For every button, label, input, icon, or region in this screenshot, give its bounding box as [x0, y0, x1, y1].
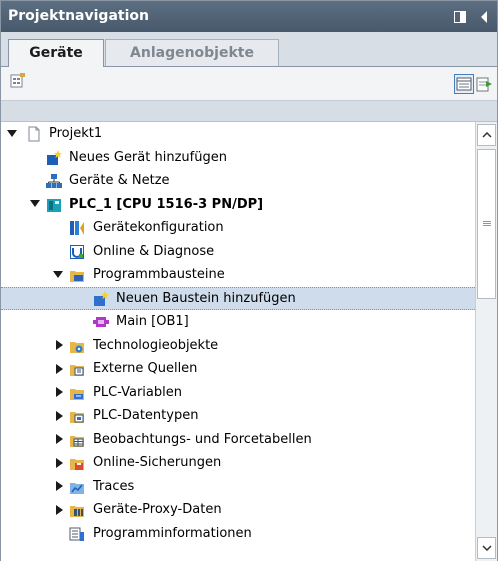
- tree-label: Neuen Baustein hinzufügen: [116, 290, 296, 306]
- tree-label: Traces: [93, 478, 135, 494]
- scrollbar-thumb[interactable]: [477, 149, 496, 299]
- tree-label: PLC_1 [CPU 1516-3 PN/DP]: [69, 196, 264, 212]
- project-icon: [26, 126, 42, 142]
- header-band: [1, 100, 497, 122]
- tree-label: Main [OB1]: [116, 314, 189, 329]
- scroll-down-button[interactable]: [477, 537, 496, 559]
- collapse-panel-icon[interactable]: [477, 10, 491, 24]
- properties-view-icon[interactable]: [9, 72, 27, 90]
- panel-title-bar: Projektnavigation: [1, 1, 497, 32]
- tree-row-plc-datentypen[interactable]: PLC-Datentypen: [1, 404, 475, 428]
- tree-row-neuen-baustein-hinzufuegen[interactable]: Neuen Baustein hinzufügen: [1, 286, 475, 310]
- tree-row-programmbausteine[interactable]: Programmbausteine: [1, 263, 475, 287]
- tree-row-geraete-proxy-daten[interactable]: Geräte-Proxy-Daten: [1, 498, 475, 522]
- tree-label: Projekt1: [49, 126, 103, 141]
- table-view-icon[interactable]: [454, 74, 474, 94]
- tree-row-plc-1[interactable]: PLC_1 [CPU 1516-3 PN/DP]: [1, 193, 475, 217]
- technology-objects-folder-icon: [69, 338, 85, 354]
- scroll-up-button[interactable]: [477, 124, 496, 146]
- expand-arrow-icon[interactable]: [52, 263, 64, 286]
- tree-row-externe-quellen[interactable]: Externe Quellen: [1, 357, 475, 381]
- tree-label: Geräte & Netze: [69, 173, 170, 188]
- expand-arrow-icon[interactable]: [29, 193, 41, 216]
- tree-label: PLC-Variablen: [93, 384, 182, 400]
- watch-force-tables-folder-icon: [69, 432, 85, 448]
- collapse-arrow-icon[interactable]: [53, 475, 65, 498]
- tree-label: Geräte-Proxy-Daten: [93, 502, 222, 517]
- online-diagnose-icon: [69, 244, 85, 260]
- pin-panel-icon[interactable]: [453, 10, 467, 24]
- tree-row-neues-geraet-hinzufuegen[interactable]: Neues Gerät hinzufügen: [1, 146, 475, 170]
- tree-label: Online-Sicherungen: [93, 455, 222, 470]
- traces-folder-icon: [69, 479, 85, 495]
- tree-row-programminformationen[interactable]: Programminformationen: [1, 522, 475, 546]
- tree-label: Gerätekonfiguration: [93, 220, 224, 235]
- tree-label: Technologieobjekte: [93, 337, 219, 353]
- device-proxy-data-folder-icon: [69, 502, 85, 518]
- plc-icon: [46, 197, 62, 213]
- panel-title: Projektnavigation: [8, 8, 149, 24]
- tree-label: PLC-Datentypen: [93, 408, 199, 423]
- project-tree: Projekt1 Neues Gerät hinzufügen Geräte &…: [1, 122, 475, 561]
- tree-row-main-ob1[interactable]: Main [OB1]: [1, 310, 475, 334]
- tree-label: Programmbausteine: [93, 267, 225, 282]
- collapse-arrow-icon[interactable]: [53, 498, 65, 521]
- add-device-icon: [46, 149, 62, 166]
- tree-row-online-sicherungen[interactable]: Online-Sicherungen: [1, 451, 475, 475]
- tab-strip: Geräte Anlagenobjekte: [1, 32, 497, 67]
- program-info-icon: [69, 526, 85, 542]
- collapse-arrow-icon[interactable]: [53, 357, 65, 380]
- tree-label: Externe Quellen: [93, 361, 198, 376]
- tree-row-geraete-netze[interactable]: Geräte & Netze: [1, 169, 475, 193]
- online-backups-folder-icon: [69, 455, 85, 471]
- tree-row-online-diagnose[interactable]: Online & Diagnose: [1, 240, 475, 264]
- collapse-arrow-icon[interactable]: [53, 428, 65, 451]
- collapse-arrow-icon[interactable]: [53, 381, 65, 404]
- devices-networks-icon: [46, 173, 62, 189]
- tree-label: Programminformationen: [93, 525, 252, 541]
- plc-tags-folder-icon: [69, 385, 85, 401]
- plc-datatypes-folder-icon: [69, 408, 85, 424]
- tree-label: Beobachtungs- und Forcetabellen: [93, 431, 312, 447]
- tree-label: Online & Diagnose: [93, 243, 215, 259]
- collapse-arrow-icon[interactable]: [53, 334, 65, 357]
- tree-row-traces[interactable]: Traces: [1, 475, 475, 499]
- expand-arrow-icon[interactable]: [6, 122, 18, 145]
- collapse-arrow-icon[interactable]: [53, 451, 65, 474]
- program-blocks-folder-icon: [69, 267, 85, 283]
- tab-geraete[interactable]: Geräte: [8, 39, 104, 67]
- tree-row-beobachtungs-forcetabellen[interactable]: Beobachtungs- und Forcetabellen: [1, 428, 475, 452]
- export-icon[interactable]: [476, 75, 494, 93]
- tab-anlagenobjekte[interactable]: Anlagenobjekte: [105, 39, 279, 67]
- add-block-icon: [93, 290, 109, 307]
- vertical-scrollbar[interactable]: [475, 122, 497, 561]
- collapse-arrow-icon[interactable]: [53, 404, 65, 427]
- tree-row-plc-variablen[interactable]: PLC-Variablen: [1, 381, 475, 405]
- ob-block-icon: [93, 314, 109, 330]
- tree-row-geraetekonfiguration[interactable]: Gerätekonfiguration: [1, 216, 475, 240]
- tree-toolbar: [1, 67, 497, 100]
- tree-row-technologieobjekte[interactable]: Technologieobjekte: [1, 334, 475, 358]
- external-sources-folder-icon: [69, 361, 85, 377]
- project-navigation-panel: Projektnavigation Geräte Anlagenobjekte: [0, 0, 498, 561]
- device-config-icon: [69, 220, 85, 236]
- tree-row-projekt1[interactable]: Projekt1: [1, 122, 475, 146]
- tree-label: Neues Gerät hinzufügen: [69, 149, 227, 165]
